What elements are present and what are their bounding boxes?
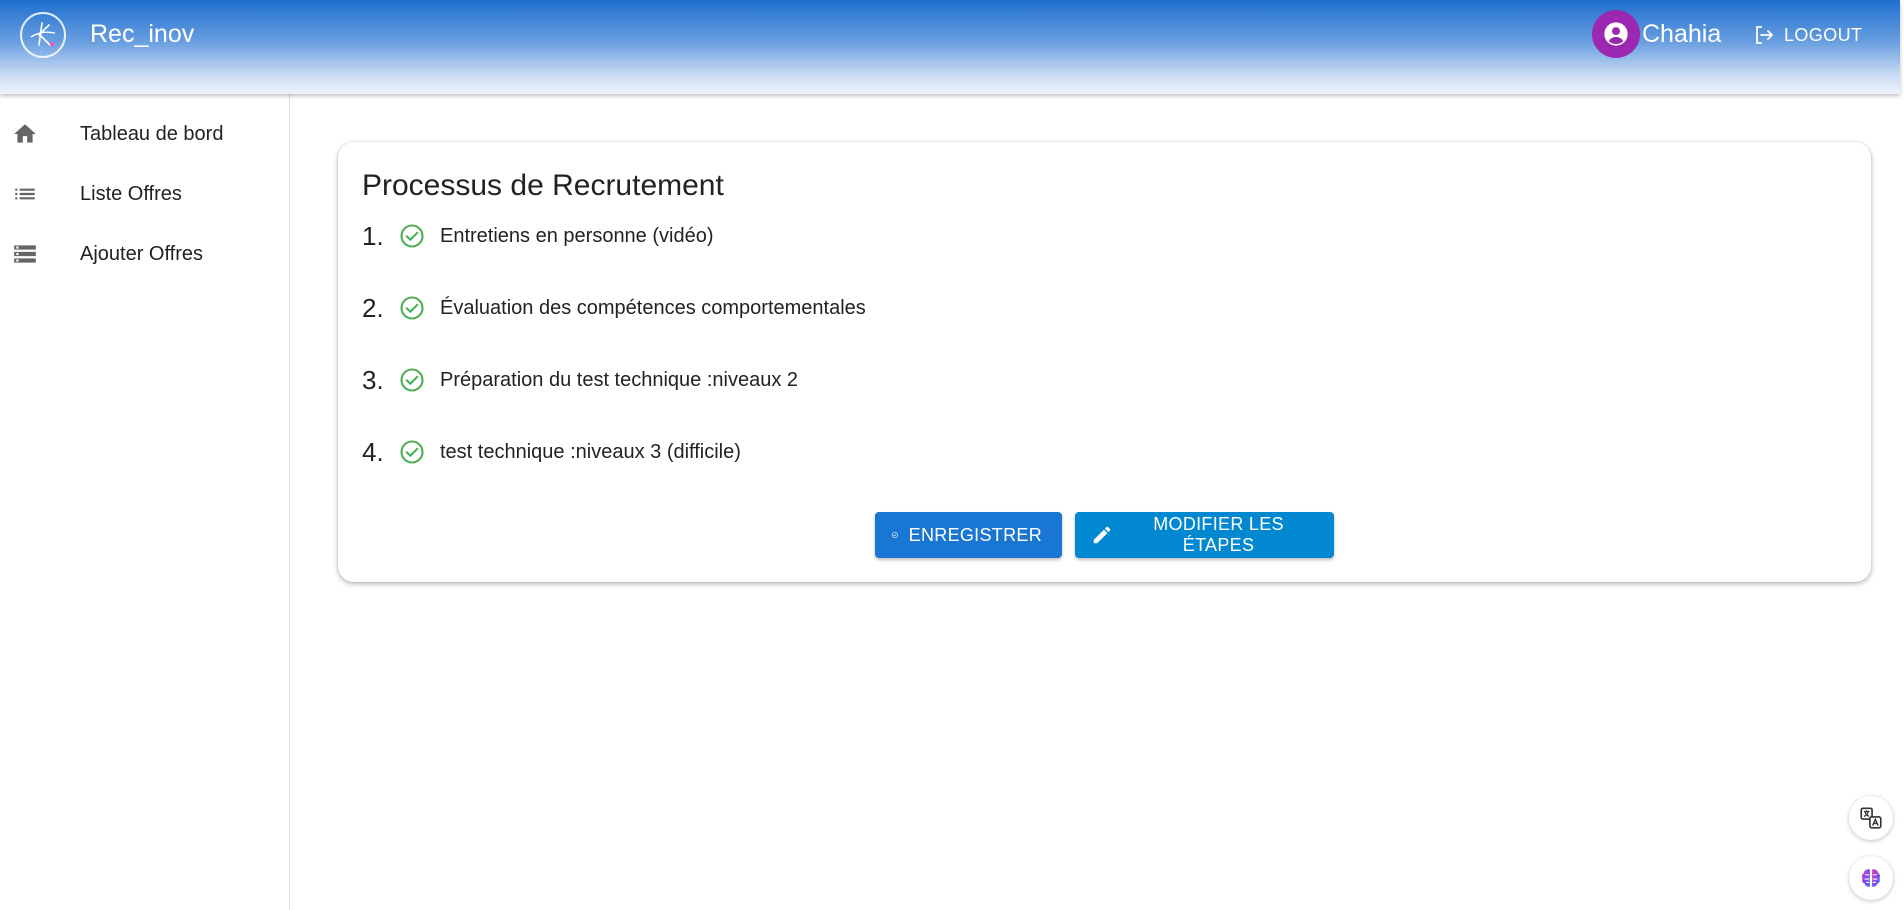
step-item: 4. test technique :niveaux 3 (difficile) [362,434,741,470]
sidebar-item-label: Tableau de bord [80,122,224,145]
app-bar: Rec_inov Chahia LOGOUT [0,0,1900,94]
save-button[interactable]: ENREGISTRER [875,512,1062,558]
step-text: Évaluation des compétences comportementa… [440,296,866,319]
step-number: 4. [362,436,384,467]
sidebar-item-ajouter-offres[interactable]: Ajouter Offres [0,226,289,282]
step-item: 2. Évaluation des compétences comporteme… [362,290,866,326]
page-title: Processus de Recrutement [362,169,724,202]
app-brand-title: Rec_inov [90,20,195,48]
step-text: Préparation du test technique :niveaux 2 [440,368,799,391]
user-name[interactable]: Chahia [1642,19,1721,49]
step-number: 1. [362,220,384,251]
sidebar-item-label: Ajouter Offres [80,242,204,265]
sidebar-item-label: Liste Offres [80,182,182,205]
check-circle-icon [398,222,426,250]
recruitment-process-card: Processus de Recrutement 1. Entretiens e… [338,142,1871,582]
step-text: Entretiens en personne (vidéo) [440,224,714,247]
storage-icon [12,241,38,267]
home-icon [12,121,38,147]
logout-label: LOGOUT [1784,24,1863,45]
edit-steps-button[interactable]: MODIFIER LES ÉTAPES [1075,512,1334,558]
step-item: 1. Entretiens en personne (vidéo) [362,218,714,254]
check-circle-icon [398,294,426,322]
step-number: 3. [362,364,384,395]
list-icon [12,181,38,207]
edit-steps-button-label: MODIFIER LES ÉTAPES [1153,514,1284,555]
step-item: 3. Préparation du test technique :niveau… [362,362,798,398]
sidebar-item-liste-offres[interactable]: Liste Offres [0,166,289,222]
sidebar-item-tableau-de-bord[interactable]: Tableau de bord [0,106,289,162]
logout-button[interactable]: LOGOUT [1752,20,1862,50]
sidebar: Tableau de bord Liste Offres Ajouter Off… [0,94,290,910]
save-button-label: ENREGISTRER [908,524,1042,545]
check-circle-icon [398,438,426,466]
check-circle-icon [398,366,426,394]
brain-icon[interactable] [1849,856,1893,900]
step-text: test technique :niveaux 3 (difficile) [440,440,741,463]
pencil-icon [1093,526,1111,544]
step-number: 2. [362,292,384,323]
account-circle-icon [1604,22,1628,46]
check-circle-icon [891,531,898,539]
user-avatar[interactable] [1592,10,1640,58]
translate-icon[interactable] [1849,796,1893,840]
logo-icon[interactable] [20,12,66,58]
logout-icon [1756,26,1773,44]
